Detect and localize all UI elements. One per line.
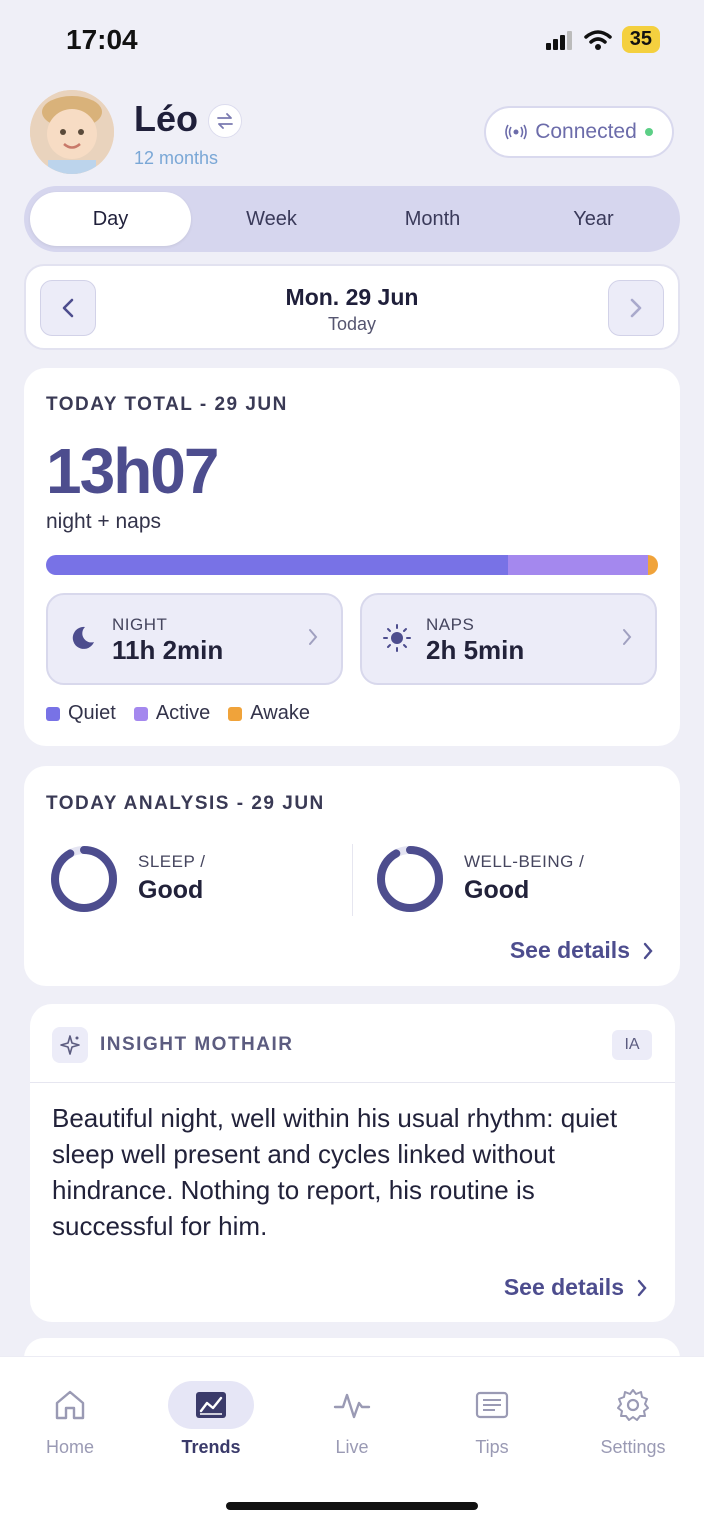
connection-label: Connected <box>535 120 637 143</box>
child-age: 12 months <box>134 148 219 168</box>
status-icons: 35 <box>545 26 660 53</box>
naps-value: 2h 5min <box>426 635 525 665</box>
tab-month[interactable]: Month <box>352 192 513 246</box>
connection-status[interactable]: Connected <box>484 106 674 158</box>
legend-label: Quiet <box>68 702 116 724</box>
child-name: Léo <box>134 98 199 139</box>
battery-indicator: 35 <box>621 26 660 53</box>
bottom-navigation: Home Trends Live Tips Settings <box>0 1356 704 1524</box>
status-bar: 17:04 35 <box>0 0 704 80</box>
night-summary-button[interactable]: NIGHT 11h 2min <box>46 593 343 685</box>
legend-swatch <box>228 706 243 721</box>
naps-label: NAPS <box>426 615 475 634</box>
date-navigator: Mon. 29 Jun Today <box>24 264 680 350</box>
divider <box>30 1082 675 1083</box>
home-icon <box>55 1390 85 1420</box>
night-label: NIGHT <box>112 615 168 634</box>
connected-dot <box>644 128 653 136</box>
trends-icon <box>196 1392 226 1418</box>
naps-summary-button[interactable]: NAPS 2h 5min <box>360 593 657 685</box>
ai-badge: IA <box>612 1030 652 1060</box>
night-value: 11h 2min <box>112 635 224 665</box>
nav-settings[interactable]: Settings <box>578 1381 688 1458</box>
sleep-score-ring <box>51 846 117 912</box>
tab-week[interactable]: Week <box>191 192 352 246</box>
today-analysis-label: TODAY ANALYSIS - 29 JUN <box>46 793 325 814</box>
legend-active: Active <box>133 702 211 725</box>
insight-see-details-link[interactable]: See details <box>504 1274 648 1301</box>
chevron-right-icon <box>630 298 642 318</box>
nav-trends[interactable]: Trends <box>156 1381 266 1458</box>
signal-icon <box>545 30 572 50</box>
swap-icon <box>217 113 233 129</box>
total-sleep-subtitle: night + naps <box>46 510 162 533</box>
broadcast-icon <box>505 124 528 140</box>
see-details-label: See details <box>503 1274 624 1300</box>
switch-profile-button[interactable] <box>208 104 242 138</box>
wellbeing-analysis-label: WELL-BEING / <box>464 852 585 871</box>
wifi-icon <box>584 29 612 50</box>
tab-year[interactable]: Year <box>513 192 674 246</box>
tips-icon <box>475 1391 509 1419</box>
total-sleep-value: 13h07 <box>46 435 219 507</box>
current-date: Mon. 29 Jun <box>285 284 419 310</box>
moon-icon <box>72 626 94 649</box>
divider <box>352 844 353 916</box>
avatar[interactable] <box>30 90 114 174</box>
tab-day[interactable]: Day <box>30 192 191 246</box>
active-segment <box>508 555 648 575</box>
status-time: 17:04 <box>66 24 138 55</box>
insight-title: INSIGHT MOTHAIR <box>100 1034 294 1055</box>
legend-quiet: Quiet <box>46 702 116 725</box>
nav-label: Tips <box>475 1437 509 1457</box>
nav-label: Live <box>335 1437 369 1457</box>
see-details-label: See details <box>509 937 630 963</box>
gear-icon <box>617 1389 649 1421</box>
sleep-analysis-label: SLEEP / <box>138 852 206 871</box>
pulse-icon <box>333 1393 371 1419</box>
sparkle-icon <box>52 1027 88 1063</box>
relative-date: Today <box>327 314 377 334</box>
chevron-right-icon <box>309 629 318 645</box>
insight-text: Beautiful night, well within his usual r… <box>52 1103 618 1241</box>
sun-icon <box>383 624 411 652</box>
legend-awake: Awake <box>228 702 310 725</box>
legend-swatch <box>133 706 148 721</box>
nav-tips[interactable]: Tips <box>437 1381 547 1458</box>
sleep-distribution-bar <box>46 555 658 575</box>
nav-label: Home <box>45 1437 94 1457</box>
sleep-analysis-value: Good <box>138 876 204 904</box>
nav-label: Trends <box>181 1437 241 1457</box>
legend-swatch <box>46 706 60 721</box>
chevron-right-icon <box>623 629 632 645</box>
legend-label: Active <box>155 702 211 724</box>
next-day-button[interactable] <box>608 280 664 336</box>
sleep-legend: Quiet Active Awake <box>46 702 310 725</box>
nav-label: Settings <box>600 1437 666 1457</box>
legend-label: Awake <box>250 702 310 724</box>
chevron-right-icon <box>643 942 653 959</box>
quiet-segment <box>46 555 509 575</box>
today-total-label: TODAY TOTAL - 29 JUN <box>46 394 288 415</box>
wellbeing-score-ring <box>377 846 443 912</box>
analysis-see-details-link[interactable]: See details <box>510 937 654 964</box>
nav-home[interactable]: Home <box>15 1381 125 1458</box>
nav-live[interactable]: Live <box>297 1381 407 1458</box>
chevron-right-icon <box>637 1279 647 1296</box>
period-tabs: Day Week Month Year <box>24 186 680 252</box>
home-indicator <box>226 1502 478 1510</box>
wellbeing-analysis-value: Good <box>464 876 530 904</box>
